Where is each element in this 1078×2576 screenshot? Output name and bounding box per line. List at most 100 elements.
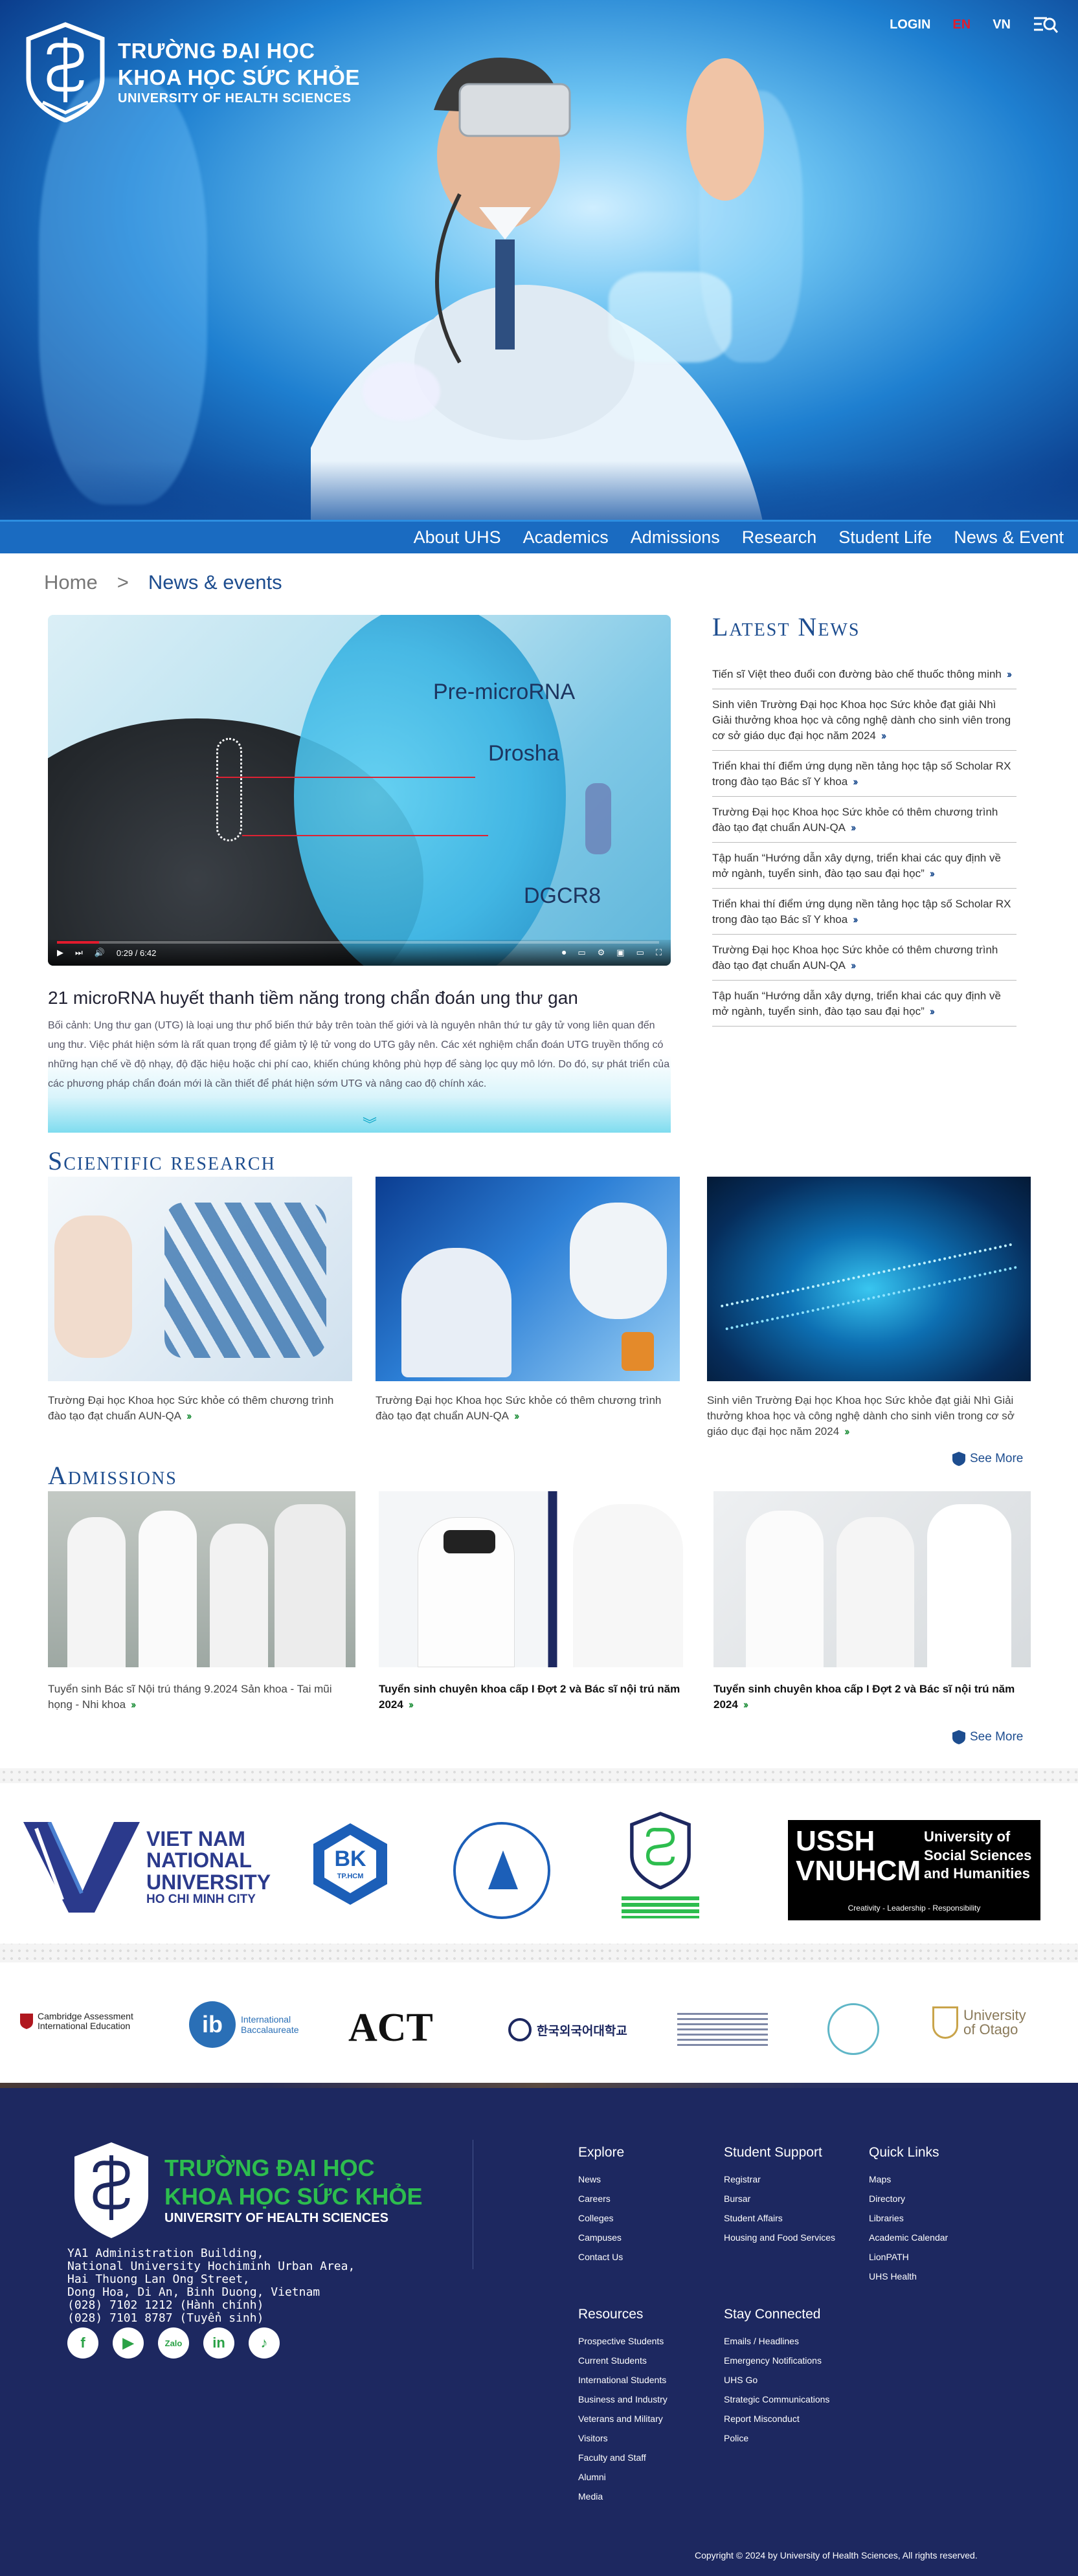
youtube-icon[interactable]: ▶ xyxy=(113,2327,144,2359)
research-card-image xyxy=(48,1177,352,1381)
nav-admissions[interactable]: Admissions xyxy=(631,527,720,548)
news-item[interactable]: Trường Đại học Khoa học Sức khỏe có thêm… xyxy=(712,935,1016,981)
act-logo[interactable]: ACT xyxy=(348,2005,433,2051)
partner-logo-small[interactable] xyxy=(677,2013,768,2049)
footer-link[interactable]: Veterans and Military xyxy=(578,2409,668,2428)
footer-link[interactable]: Maps xyxy=(869,2170,948,2189)
news-item[interactable]: Tập huấn “Hướng dẫn xây dựng, triển khai… xyxy=(712,981,1016,1027)
otago-logo[interactable]: University of Otago xyxy=(932,2006,1035,2039)
linkedin-icon[interactable]: in xyxy=(203,2327,234,2359)
footer-link[interactable]: Contact Us xyxy=(578,2247,624,2267)
hufs-logo[interactable]: 한국외국어대학교 xyxy=(508,2018,627,2041)
footer-link[interactable]: Housing and Food Services xyxy=(724,2228,835,2247)
phone-admissions[interactable]: (028) 7101 8787 (Tuyển sinh) xyxy=(67,2312,355,2325)
footer-link[interactable]: Current Students xyxy=(578,2351,668,2370)
login-link[interactable]: LOGIN xyxy=(890,17,930,32)
cambridge-logo[interactable]: Cambridge Assessment International Educa… xyxy=(19,2012,133,2031)
news-item[interactable]: Tập huấn “Hướng dẫn xây dựng, triển khai… xyxy=(712,843,1016,889)
footer-link[interactable]: Colleges xyxy=(578,2208,624,2228)
footer-link[interactable]: Visitors xyxy=(578,2428,668,2448)
hufs-emblem-icon xyxy=(508,2018,532,2041)
footer-link[interactable]: Strategic Communications xyxy=(724,2390,829,2409)
double-chevron-icon: ›› xyxy=(514,1410,520,1422)
search-menu-icon[interactable] xyxy=(1033,16,1059,34)
admissions-see-more[interactable]: See More xyxy=(952,1729,1023,1745)
research-card[interactable]: Trường Đại học Khoa học Sức khỏe có thêm… xyxy=(376,1177,680,1424)
footer-link[interactable]: Bursar xyxy=(724,2189,835,2208)
admission-card[interactable]: Tuyển sinh chuyên khoa cấp I Đợt 2 và Bá… xyxy=(713,1491,1031,1713)
captions-icon[interactable]: ▭ xyxy=(578,948,585,958)
double-chevron-icon: ›› xyxy=(408,1698,414,1711)
fullscreen-icon[interactable]: ⛶ xyxy=(656,948,662,958)
lang-en-link[interactable]: EN xyxy=(952,17,971,32)
miniplayer-icon[interactable]: ▣ xyxy=(616,948,624,958)
footer-link[interactable]: Directory xyxy=(869,2189,948,2208)
sail-icon xyxy=(488,1850,518,1889)
nav-research[interactable]: Research xyxy=(742,527,817,548)
facebook-icon[interactable]: f xyxy=(67,2327,98,2359)
vnu-hcm-logo[interactable]: VIET NAM NATIONAL UNIVERSITY HO CHI MINH… xyxy=(23,1822,271,1913)
research-see-more[interactable]: See More xyxy=(952,1451,1023,1467)
footer-link[interactable]: UHS Health xyxy=(869,2267,948,2286)
footer-link[interactable]: LionPATH xyxy=(869,2247,948,2267)
footer-link[interactable]: Campuses xyxy=(578,2228,624,2247)
footer-link[interactable]: Registrar xyxy=(724,2170,835,2189)
footer-link[interactable]: UHS Go xyxy=(724,2370,829,2390)
featured-video-player[interactable]: Pre-microRNA Drosha DGCR8 ▶ ⏭ 🔊 0:29 / 6… xyxy=(48,615,671,966)
expand-chevron-icon[interactable]: ︾ xyxy=(363,1113,377,1134)
footer-link[interactable]: Student Affairs xyxy=(724,2208,835,2228)
volume-icon[interactable]: 🔊 xyxy=(95,948,105,958)
news-item[interactable]: Tiến sĩ Việt theo đuổi con đường bào chế… xyxy=(712,659,1016,689)
breadcrumb-home[interactable]: Home xyxy=(44,571,98,594)
footer-link[interactable]: Alumni xyxy=(578,2467,668,2487)
news-item[interactable]: Triển khai thí điểm ứng dụng nền tảng họ… xyxy=(712,751,1016,797)
footer-link[interactable]: News xyxy=(578,2170,624,2189)
zalo-icon[interactable]: Zalo xyxy=(158,2327,189,2359)
nav-student-life[interactable]: Student Life xyxy=(838,527,932,548)
nav-academics[interactable]: Academics xyxy=(523,527,609,548)
featured-article-title[interactable]: 21 microRNA huyết thanh tiềm năng trong … xyxy=(48,988,578,1008)
bhqg-hcm-seal-logo[interactable] xyxy=(453,1822,550,1919)
footer-link[interactable]: Report Misconduct xyxy=(724,2409,829,2428)
research-card-caption: Trường Đại học Khoa học Sức khỏe có thêm… xyxy=(376,1393,680,1424)
autoplay-toggle-icon[interactable]: ⏺ xyxy=(562,948,567,958)
research-card[interactable]: Sinh viên Trường Đại học Khoa học Sức kh… xyxy=(707,1177,1031,1439)
uhs-logo[interactable]: TRƯỜNG ĐẠI HỌC KHOA HỌC SỨC KHỎE UNIVERS… xyxy=(23,22,360,122)
footer-link[interactable]: Emergency Notifications xyxy=(724,2351,829,2370)
next-icon[interactable]: ⏭ xyxy=(75,948,83,958)
news-item[interactable]: Triển khai thí điểm ứng dụng nền tảng họ… xyxy=(712,889,1016,935)
phone-admin[interactable]: (028) 7102 1212 (Hành chính) xyxy=(67,2299,355,2312)
news-item[interactable]: Trường Đại học Khoa học Sức khỏe có thêm… xyxy=(712,797,1016,843)
footer-link[interactable]: Academic Calendar xyxy=(869,2228,948,2247)
admission-card[interactable]: Tuyển sinh Bác sĩ Nội trú tháng 9.2024 S… xyxy=(48,1491,355,1713)
research-card-text: Trường Đại học Khoa học Sức khỏe có thêm… xyxy=(48,1394,334,1422)
footer-link[interactable]: Faculty and Staff xyxy=(578,2448,668,2467)
footer-link[interactable]: Prospective Students xyxy=(578,2331,668,2351)
news-item[interactable]: Sinh viên Trường Đại học Khoa học Sức kh… xyxy=(712,689,1016,751)
footer-logo[interactable]: TRƯỜNG ĐẠI HỌC KHOA HỌC SỨC KHỎE UNIVERS… xyxy=(67,2140,423,2240)
lang-vn-link[interactable]: VN xyxy=(993,17,1011,32)
ussh-logo[interactable]: USSH VNUHCM University of Social Science… xyxy=(788,1820,1040,1920)
research-card[interactable]: Trường Đại học Khoa học Sức khỏe có thêm… xyxy=(48,1177,352,1424)
footer-link[interactable]: Emails / Headlines xyxy=(724,2331,829,2351)
admission-card[interactable]: Tuyển sinh chuyên khoa cấp I Đợt 2 và Bá… xyxy=(379,1491,686,1713)
uhs-partner-logo[interactable] xyxy=(622,1812,699,1922)
footer-link[interactable]: Careers xyxy=(578,2189,624,2208)
play-icon[interactable]: ▶ xyxy=(57,948,63,958)
footer-link[interactable]: International Students xyxy=(578,2370,668,2390)
footer-link[interactable]: Libraries xyxy=(869,2208,948,2228)
settings-icon[interactable]: ⚙ xyxy=(598,948,605,958)
ib-logo[interactable]: ib International Baccalaureate xyxy=(189,2001,306,2048)
nav-news-event[interactable]: News & Event xyxy=(954,527,1064,548)
news-item-text: Tập huấn “Hướng dẫn xây dựng, triển khai… xyxy=(712,990,1001,1017)
nav-about[interactable]: About UHS xyxy=(414,527,501,548)
footer-col-title: Stay Connected xyxy=(724,2307,821,2322)
video-progress-bar[interactable] xyxy=(57,941,659,944)
theater-icon[interactable]: ▭ xyxy=(636,948,644,958)
bk-logo[interactable]: BK TP.HCM xyxy=(308,1822,392,1906)
tiktok-icon[interactable]: ♪ xyxy=(249,2327,280,2359)
footer-link[interactable]: Business and Industry xyxy=(578,2390,668,2409)
footer-link[interactable]: Media xyxy=(578,2487,668,2506)
footer-link[interactable]: Police xyxy=(724,2428,829,2448)
asia-pacific-office-logo[interactable] xyxy=(827,2003,879,2055)
